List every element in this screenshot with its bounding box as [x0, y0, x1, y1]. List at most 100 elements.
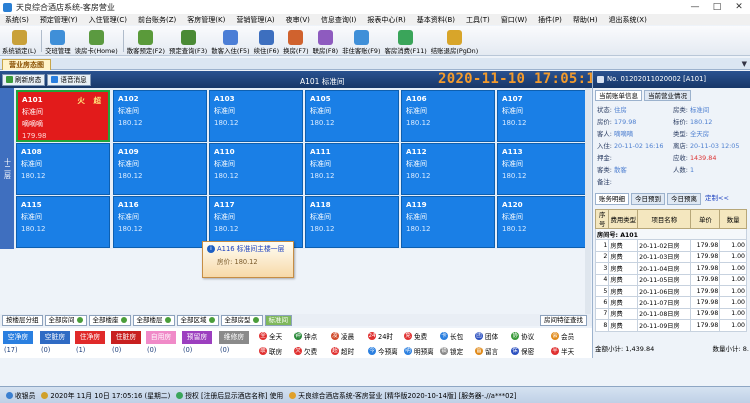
status-count: (17) — [4, 346, 18, 354]
guest-name: 嘀嘀嘀 — [22, 120, 43, 128]
room-tile-a101[interactable]: A101 标准间 嘀嘀嘀 179.98 火 超 — [16, 90, 110, 142]
filter-group-by-floor[interactable]: 按楼层分组 — [2, 314, 43, 326]
table-row[interactable]: 8 房费 20-11-09日房 179.98 1.00 — [594, 319, 747, 332]
col-header[interactable]: 费用类型 — [608, 209, 639, 229]
close-button[interactable]: ✕ — [728, 1, 750, 13]
col-header[interactable]: 单价 — [690, 209, 721, 229]
room-consume-button[interactable]: 客房消费(F11) — [384, 30, 427, 55]
walkin-booking-button[interactable]: 散客预定(F2) — [127, 30, 165, 55]
status-filter-button[interactable]: 维修房 — [219, 331, 249, 344]
subtotal-value: 1,439.84 — [625, 345, 655, 353]
menu-item-system[interactable]: 系统(S) — [5, 15, 29, 25]
menu-item-checkin[interactable]: 入住管理(C) — [89, 15, 127, 25]
col-header[interactable]: 项目名称 — [637, 209, 692, 229]
room-type: 标准间 — [502, 107, 523, 115]
room-number: A117 — [214, 200, 235, 209]
maximize-button[interactable]: □ — [706, 1, 728, 13]
menu-item-basic-data[interactable]: 基本资料(B) — [417, 15, 455, 25]
tab-current-bill[interactable]: 当前账单信息 — [595, 90, 642, 101]
room-tile-a112[interactable]: A112 标准间 180.12 — [401, 143, 495, 195]
tab-today-departures[interactable]: 今日预离 — [667, 193, 701, 205]
status-filter-button[interactable]: 空净房 — [3, 331, 33, 344]
table-row[interactable]: 2 房费 20-11-03日房 179.98 1.00 — [594, 250, 747, 264]
menu-item-exit[interactable]: 退出系统(X) — [609, 15, 647, 25]
filter-all-room-types[interactable]: 全部房型 — [220, 314, 263, 326]
room-price: 180.12 — [310, 225, 335, 233]
room-number: A102 — [118, 94, 139, 103]
room-tile-a111[interactable]: A111 标准间 180.12 — [305, 143, 399, 195]
table-row[interactable]: 1 房费 20-11-02日房 179.98 1.00 — [594, 239, 747, 252]
link-room-button[interactable]: 联房(F8) — [313, 30, 338, 55]
room-tile-a106[interactable]: A106 标准间 180.12 — [401, 90, 495, 142]
room-tile-a107[interactable]: A107 标准间 180.12 — [497, 90, 591, 142]
tab-account-details[interactable]: 账务明细 — [595, 193, 629, 205]
menu-item-plugins[interactable]: 插件(P) — [538, 15, 562, 25]
legend-symbol-icon: 会 — [551, 332, 559, 340]
info-status: 状态: 住房 — [597, 105, 627, 114]
table-cell: 179.98 — [690, 319, 721, 332]
refresh-status-button[interactable]: 刷新房态 — [2, 73, 46, 86]
room-tile-a113[interactable]: A113 标准间 180.12 — [497, 143, 591, 195]
lock-system-button[interactable]: 系统锁定(L) — [2, 30, 36, 55]
menu-item-help[interactable]: 帮助(H) — [573, 15, 598, 25]
room-type: 标准间 — [214, 107, 235, 115]
non-guest-account-button[interactable]: 非住客账(F9) — [342, 30, 380, 55]
col-header[interactable]: 序号 — [594, 209, 610, 229]
filter-standard-room[interactable]: 标准间 — [264, 314, 292, 326]
menu-item-reservation[interactable]: 预定管理(Y) — [40, 15, 78, 25]
col-header[interactable]: 数量 — [719, 209, 747, 229]
menu-item-query[interactable]: 信息查询(I) — [321, 15, 357, 25]
room-number: A113 — [502, 147, 523, 156]
filter-all-floors[interactable]: 全部楼层 — [132, 314, 175, 326]
room-tile-a105[interactable]: A105 标准间 180.12 — [305, 90, 399, 142]
filter-all-buildings[interactable]: 全部楼座 — [88, 314, 131, 326]
table-row[interactable]: 3 房费 20-11-04日房 179.98 1.00 — [594, 262, 747, 275]
tab-today-arrivals[interactable]: 今日预到 — [631, 193, 665, 205]
room-tile-a116[interactable]: A116 标准间 180.12 — [113, 196, 207, 248]
customize-link[interactable]: 定制<< — [705, 193, 729, 205]
extend-stay-button[interactable]: 续住(F6) — [254, 30, 279, 55]
room-tile-a115[interactable]: A115 标准间 180.12 — [16, 196, 110, 248]
legend-item: 联联房 — [259, 346, 282, 356]
room-tile-a102[interactable]: A102 标准间 180.12 — [113, 90, 207, 142]
filter-all-rooms[interactable]: 全部房间 — [44, 314, 87, 326]
status-filter-button[interactable]: 预留房 — [182, 331, 212, 344]
status-filter-button[interactable]: 住净房 — [75, 331, 105, 344]
change-room-button[interactable]: 换房(F7) — [283, 30, 309, 55]
table-row[interactable]: 4 房费 20-11-05日房 179.98 1.00 — [594, 273, 747, 286]
room-tile-a120[interactable]: A120 标准间 180.12 — [497, 196, 591, 248]
voice-message-button[interactable]: 语音消息 — [47, 73, 91, 86]
tab-room-status[interactable]: 营业房态图 — [2, 59, 51, 70]
tab-current-business[interactable]: 当前营业情况 — [644, 90, 691, 101]
table-row[interactable]: 6 房费 20-11-07日房 179.98 1.00 — [594, 296, 747, 309]
walkin-checkin-button[interactable]: 散客入住(F5) — [211, 30, 250, 55]
menu-item-housekeeping[interactable]: 客房管理(K) — [187, 15, 225, 25]
room-tile-a108[interactable]: A108 标准间 180.12 — [16, 143, 110, 195]
menu-item-night-audit[interactable]: 夜审(V) — [286, 15, 310, 25]
minimize-button[interactable]: — — [684, 1, 706, 13]
room-tile-a109[interactable]: A109 标准间 180.12 — [113, 143, 207, 195]
tab-dropdown-icon[interactable]: ▼ — [742, 60, 747, 68]
filter-all-areas[interactable]: 全部区域 — [176, 314, 219, 326]
booking-query-button[interactable]: 预定查询(F3) — [169, 30, 207, 55]
menu-item-tools[interactable]: 工具(T) — [466, 15, 490, 25]
table-row[interactable]: 7 房费 20-11-08日房 179.98 1.00 — [594, 307, 747, 321]
status-filter-button[interactable]: 自用房 — [146, 331, 176, 344]
table-row[interactable]: 5 房费 20-11-06日房 179.98 1.00 — [594, 284, 747, 298]
status-filter-button[interactable]: 空脏房 — [40, 331, 70, 344]
room-tile-a110[interactable]: A110 标准间 180.12 — [209, 143, 303, 195]
read-card-button[interactable]: 读房卡(Home) — [75, 30, 118, 55]
menu-item-frontdesk[interactable]: 前台账务(Z) — [138, 15, 176, 25]
menu-item-marketing[interactable]: 营销管理(A) — [236, 15, 274, 25]
room-tile-a119[interactable]: A119 标准间 180.12 — [401, 196, 495, 248]
menu-item-reports[interactable]: 报表中心(R) — [367, 15, 405, 25]
room-grid-scrollbar[interactable] — [585, 88, 591, 314]
room-tile-a118[interactable]: A118 标准间 180.12 — [305, 196, 399, 248]
checkout-button[interactable]: 结账退房(PgDn) — [431, 30, 478, 55]
room-feature-search-button[interactable]: 房间特征查找 — [540, 314, 587, 326]
room-tile-a103[interactable]: A103 标准间 180.12 — [209, 90, 303, 142]
shift-handover-button[interactable]: 交班管理 — [45, 30, 71, 55]
status-filter-button[interactable]: 住脏房 — [111, 331, 141, 344]
menu-item-window[interactable]: 窗口(W) — [501, 15, 527, 25]
info-key: 状态: — [597, 106, 612, 114]
